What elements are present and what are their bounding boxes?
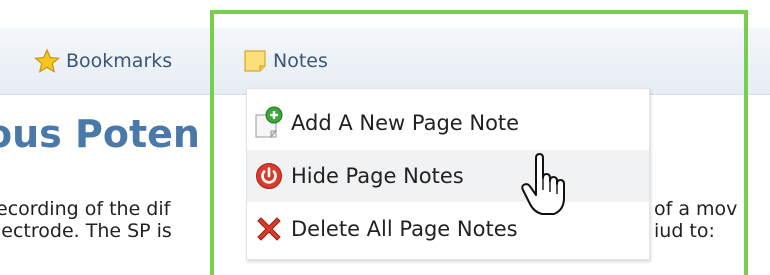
bookmarks-button[interactable]: Bookmarks [34, 46, 172, 76]
body-text-line: lectrode. The SP is [0, 220, 172, 242]
star-icon [34, 48, 60, 74]
body-text-line: ecording of the dif [0, 198, 171, 220]
bookmarks-label: Bookmarks [66, 50, 173, 72]
highlight-frame [210, 10, 748, 275]
page-title: ous Poten [0, 112, 200, 156]
hand-cursor-icon [520, 152, 574, 222]
